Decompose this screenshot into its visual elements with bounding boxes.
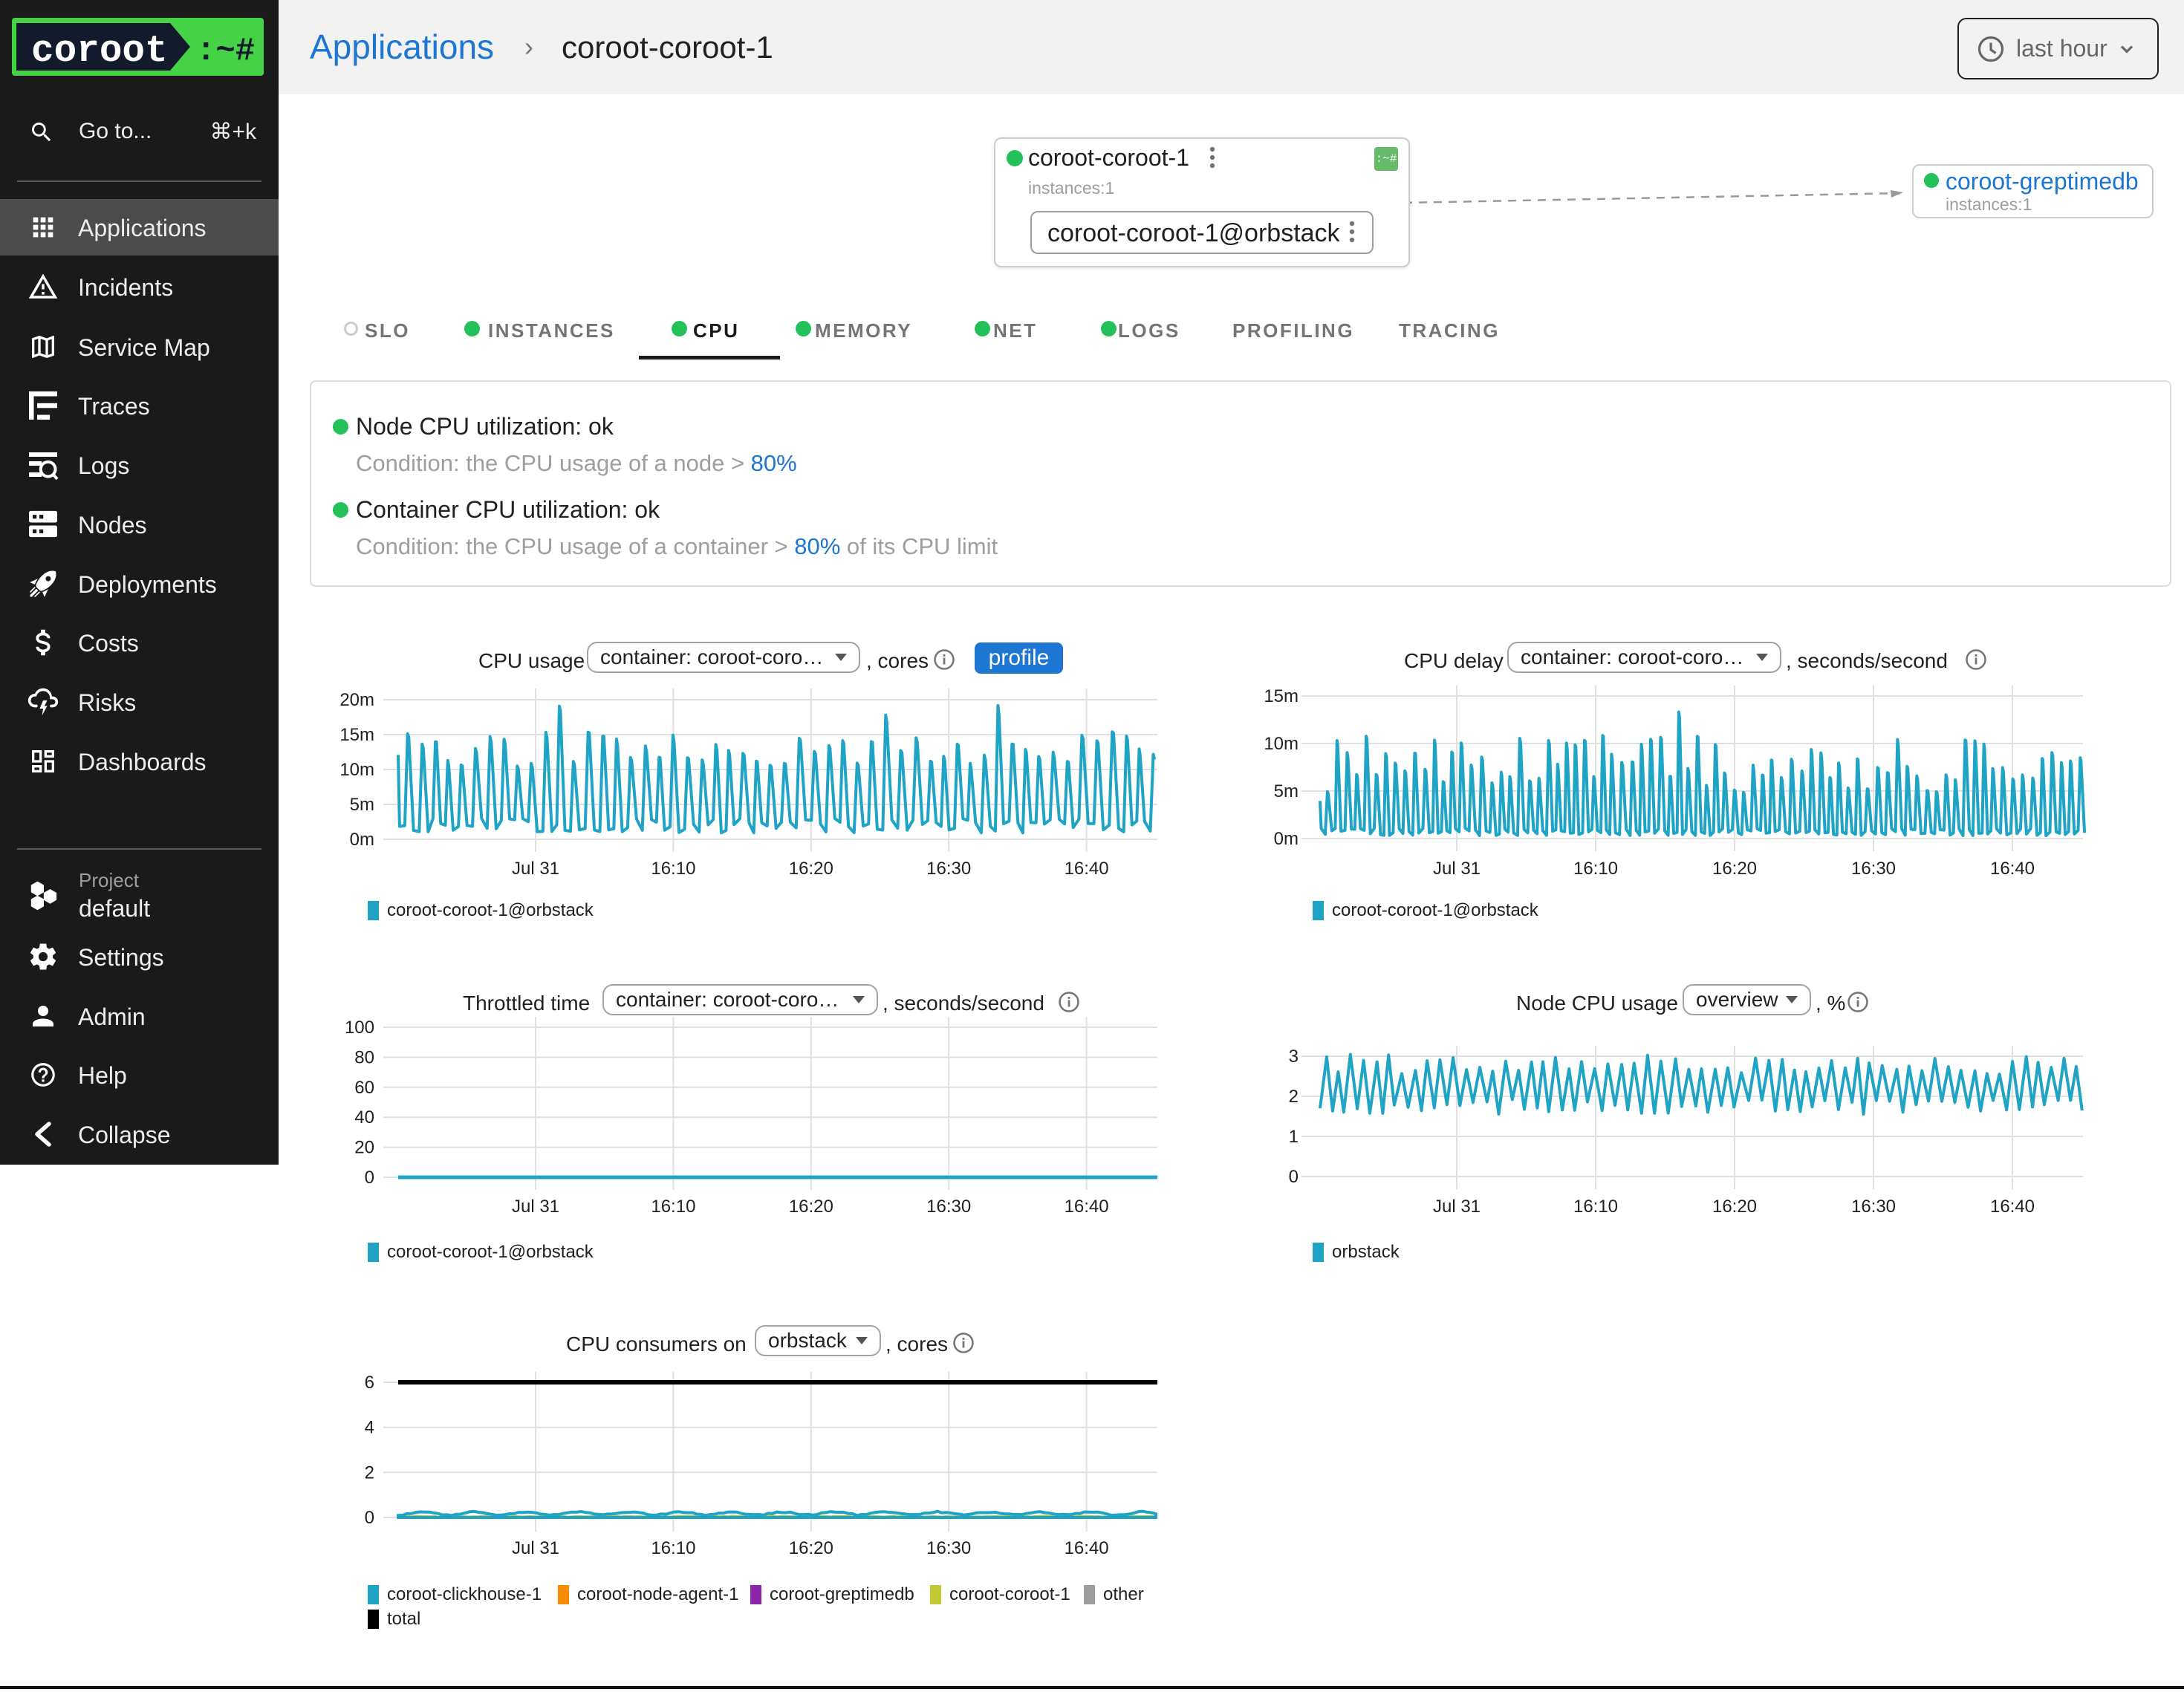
svg-text:16:30: 16:30 bbox=[926, 1197, 971, 1217]
svg-text:16:30: 16:30 bbox=[1851, 1197, 1896, 1217]
svg-text:16:30: 16:30 bbox=[926, 859, 971, 879]
svg-text:16:10: 16:10 bbox=[651, 859, 695, 879]
svg-text:16:10: 16:10 bbox=[651, 1197, 695, 1217]
svg-text:16:10: 16:10 bbox=[1573, 859, 1618, 879]
svg-text:0: 0 bbox=[1289, 1167, 1299, 1187]
svg-text:0m: 0m bbox=[1274, 829, 1299, 849]
svg-text:0: 0 bbox=[365, 1508, 374, 1528]
svg-text:16:20: 16:20 bbox=[789, 859, 833, 879]
svg-text:Jul 31: Jul 31 bbox=[1433, 1197, 1481, 1217]
svg-text:4: 4 bbox=[365, 1418, 374, 1438]
svg-text:80: 80 bbox=[354, 1047, 374, 1067]
svg-text:16:40: 16:40 bbox=[1065, 1538, 1109, 1558]
svg-text:16:20: 16:20 bbox=[789, 1538, 833, 1558]
svg-text:15m: 15m bbox=[1264, 686, 1299, 706]
svg-text:15m: 15m bbox=[339, 725, 374, 745]
svg-text:3: 3 bbox=[1289, 1047, 1299, 1067]
svg-text:5m: 5m bbox=[350, 795, 374, 815]
svg-text:16:10: 16:10 bbox=[651, 1538, 695, 1558]
svg-text:16:20: 16:20 bbox=[1712, 1197, 1757, 1217]
svg-text:0m: 0m bbox=[350, 830, 374, 850]
svg-text:10m: 10m bbox=[339, 760, 374, 780]
svg-text:40: 40 bbox=[354, 1107, 374, 1128]
svg-text:16:40: 16:40 bbox=[1065, 859, 1109, 879]
svg-text:16:20: 16:20 bbox=[1712, 859, 1757, 879]
svg-text:16:20: 16:20 bbox=[789, 1197, 833, 1217]
svg-text:16:40: 16:40 bbox=[1990, 1197, 2035, 1217]
svg-text:100: 100 bbox=[345, 1018, 374, 1038]
svg-text:16:30: 16:30 bbox=[926, 1538, 971, 1558]
svg-text:Jul 31: Jul 31 bbox=[512, 859, 559, 879]
svg-text:20m: 20m bbox=[339, 690, 374, 710]
svg-text:2: 2 bbox=[365, 1462, 374, 1483]
svg-text:1: 1 bbox=[1289, 1127, 1299, 1147]
svg-text:6: 6 bbox=[365, 1373, 374, 1393]
svg-text:20: 20 bbox=[354, 1138, 374, 1158]
svg-text:Jul 31: Jul 31 bbox=[1433, 859, 1481, 879]
svg-text:Jul 31: Jul 31 bbox=[512, 1197, 559, 1217]
svg-text:0: 0 bbox=[365, 1168, 374, 1188]
svg-text:16:40: 16:40 bbox=[1065, 1197, 1109, 1217]
svg-text:2: 2 bbox=[1289, 1087, 1299, 1107]
svg-text:16:30: 16:30 bbox=[1851, 859, 1896, 879]
svg-text:Jul 31: Jul 31 bbox=[512, 1538, 559, 1558]
svg-text:60: 60 bbox=[354, 1078, 374, 1098]
svg-text:10m: 10m bbox=[1264, 734, 1299, 754]
svg-text:16:40: 16:40 bbox=[1990, 859, 2035, 879]
svg-text:5m: 5m bbox=[1274, 781, 1299, 801]
svg-text:16:10: 16:10 bbox=[1573, 1197, 1618, 1217]
